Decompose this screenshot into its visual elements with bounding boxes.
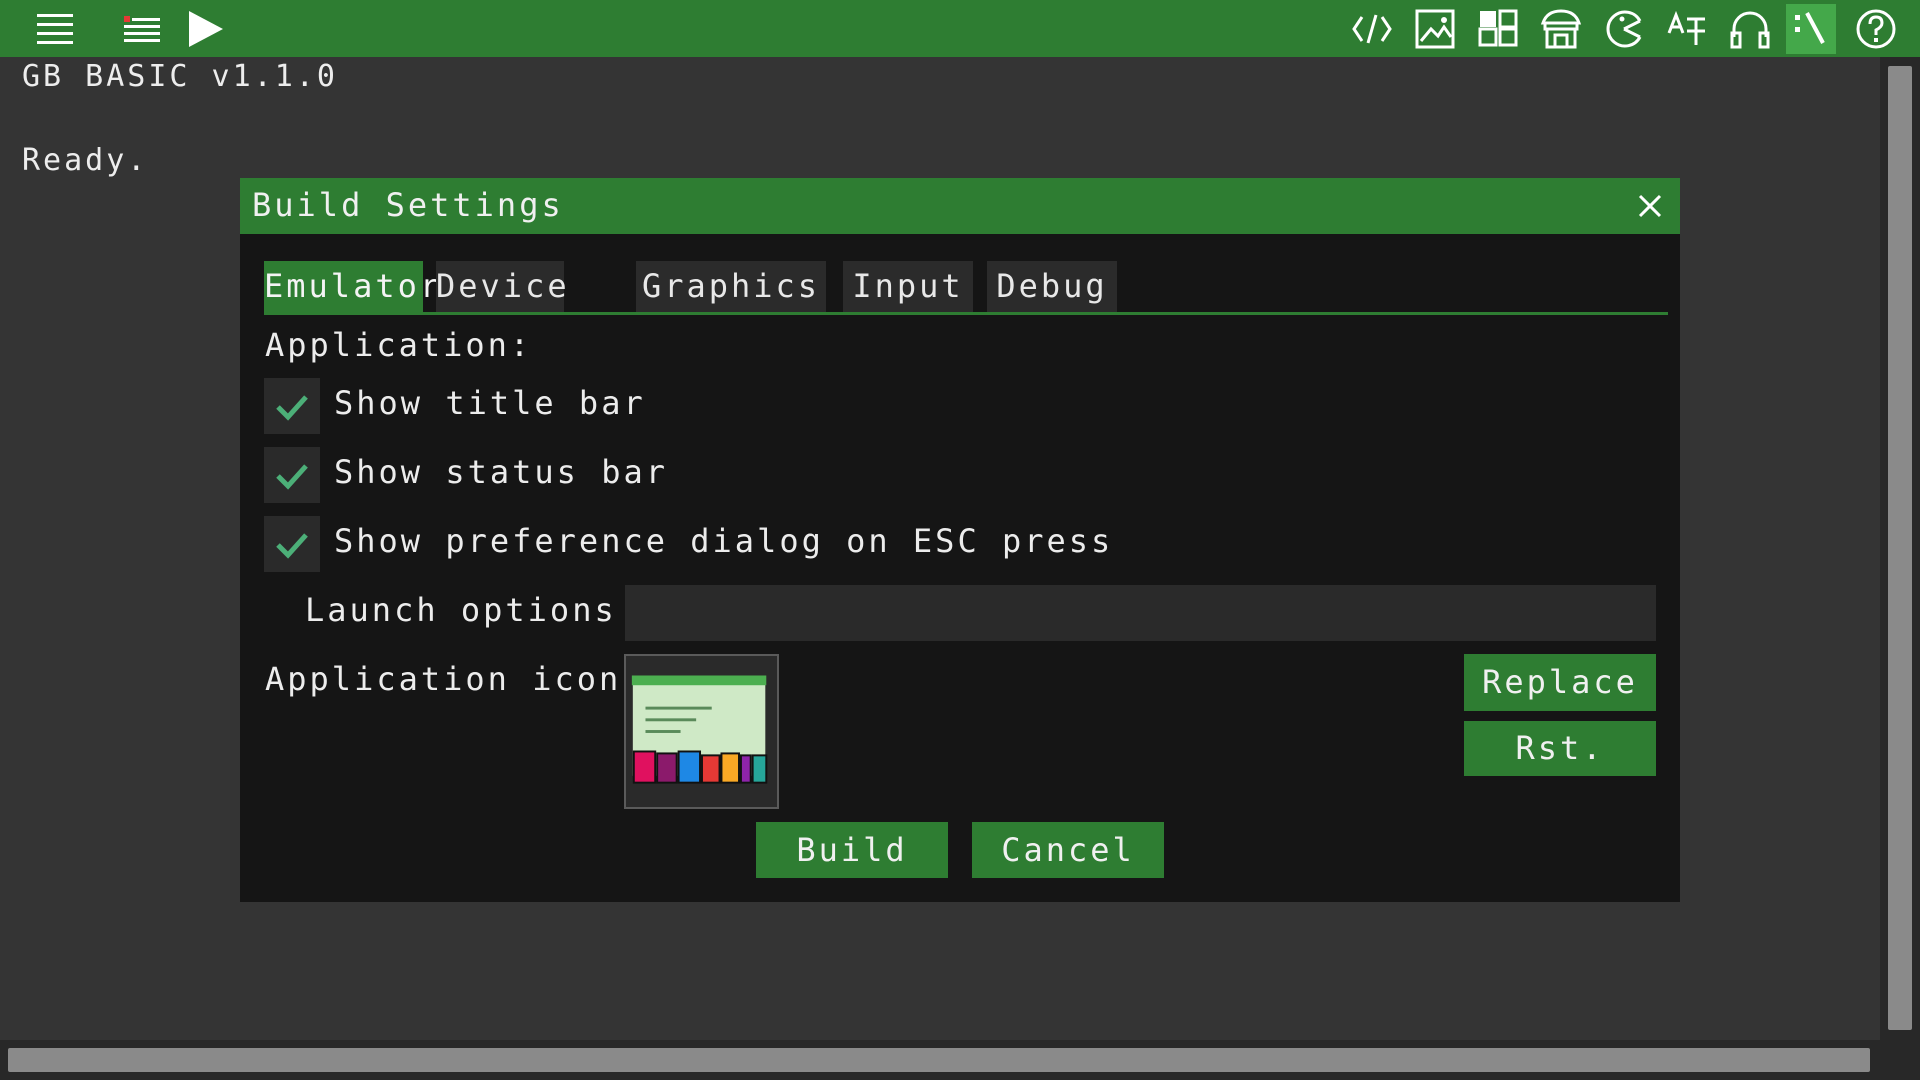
vertical-scrollbar-thumb[interactable] xyxy=(1888,66,1912,1030)
show-title-bar-label: Show title bar xyxy=(334,384,646,422)
help-icon[interactable] xyxy=(1851,4,1901,54)
reset-button[interactable]: Rst. xyxy=(1464,721,1656,776)
shop-icon[interactable] xyxy=(1536,4,1586,54)
checkmark-icon xyxy=(276,464,308,490)
headphones-icon[interactable] xyxy=(1725,4,1775,54)
dialog-title-bar[interactable]: Build Settings xyxy=(240,178,1680,234)
play-icon[interactable] xyxy=(180,4,230,54)
checkmark-icon xyxy=(276,395,308,421)
build-settings-dialog: Build Settings Emulator Device Graphics … xyxy=(240,178,1680,902)
section-heading: Application: xyxy=(265,326,533,364)
menu-icon[interactable] xyxy=(30,4,80,54)
code-icon[interactable] xyxy=(1347,4,1397,54)
show-status-bar-label: Show status bar xyxy=(334,453,668,491)
font-icon[interactable] xyxy=(1662,4,1712,54)
checkmark-icon xyxy=(276,533,308,559)
tab-device[interactable]: Device xyxy=(436,261,567,312)
top-toolbar xyxy=(0,0,1920,57)
console-version-line: GB BASIC v1.1.0 xyxy=(22,59,338,94)
tab-graphics[interactable]: Graphics xyxy=(636,261,826,312)
close-icon[interactable] xyxy=(1634,190,1666,222)
console-status-line: Ready. xyxy=(22,143,149,178)
show-preference-dialog-checkbox[interactable] xyxy=(264,516,320,572)
replace-button[interactable]: Replace xyxy=(1464,654,1656,711)
horizontal-scrollbar-thumb[interactable] xyxy=(8,1048,1870,1072)
application-icon-label: Application icon xyxy=(265,660,622,698)
dialog-title: Build Settings xyxy=(252,186,564,224)
tab-input[interactable]: Input xyxy=(843,261,973,312)
tab-debug[interactable]: Debug xyxy=(987,261,1117,312)
cancel-button[interactable]: Cancel xyxy=(972,822,1164,878)
show-preference-dialog-label: Show preference dialog on ESC press xyxy=(334,522,1114,560)
tab-emulator[interactable]: Emulator xyxy=(264,261,439,312)
gb-basic-app-icon xyxy=(630,674,768,784)
application-icon-preview xyxy=(624,654,779,809)
tiles-icon[interactable] xyxy=(1473,4,1523,54)
show-title-bar-checkbox[interactable] xyxy=(264,378,320,434)
image-icon[interactable] xyxy=(1410,4,1460,54)
build-button[interactable]: Build xyxy=(756,822,948,878)
tab-underline xyxy=(264,312,1668,315)
show-status-bar-checkbox[interactable] xyxy=(264,447,320,503)
launch-options-label: Launch options xyxy=(305,591,617,629)
launch-options-input[interactable] xyxy=(625,585,1656,641)
list-icon[interactable] xyxy=(117,4,167,54)
terminal-icon[interactable] xyxy=(1786,4,1836,54)
sprite-icon[interactable] xyxy=(1599,4,1649,54)
